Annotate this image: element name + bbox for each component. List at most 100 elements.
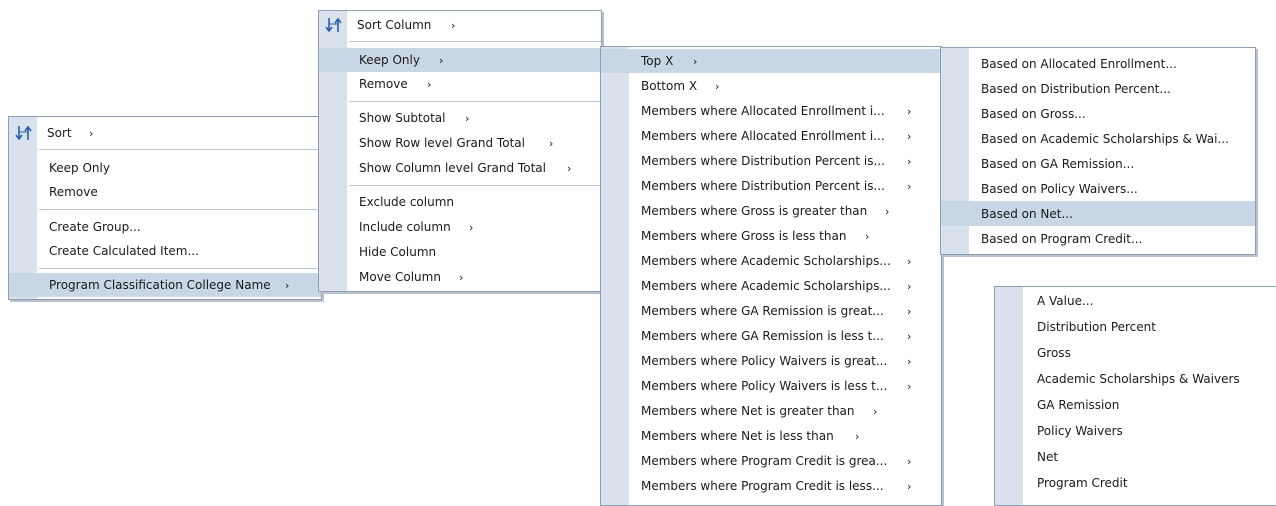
menu-item-label: Net: [1037, 450, 1059, 464]
menu-item-label: Members where GA Remission is great...: [641, 304, 884, 318]
submenu-arrow-icon: ›: [693, 54, 698, 68]
menu-item-hide-column[interactable]: Hide Column: [319, 240, 601, 264]
menu-item-label: Members where Allocated Enrollment i...: [641, 129, 885, 143]
menu-item-based-on[interactable]: Based on Allocated Enrollment...: [941, 51, 1255, 76]
submenu-arrow-icon: ›: [439, 53, 444, 67]
menu-item-based-on-net[interactable]: Based on Net...: [941, 201, 1255, 226]
menu-item-members[interactable]: Members where Academic Scholarships... ›: [601, 249, 941, 273]
context-menu-column: Sort Column › Keep Only › Remove › Show …: [318, 10, 602, 292]
submenu-arrow-icon: ›: [285, 278, 290, 292]
submenu-arrow-icon: ›: [907, 329, 912, 343]
menu-item-label: Bottom X: [641, 79, 698, 93]
menu-item-label: Based on Net...: [981, 206, 1073, 221]
menu-item-members[interactable]: Members where GA Remission is less t... ›: [601, 324, 941, 348]
submenu-arrow-icon: ›: [865, 229, 870, 243]
menu-item-based-on[interactable]: Based on Academic Scholarships & Wai...: [941, 126, 1255, 151]
submenu-arrow-icon: ›: [907, 379, 912, 393]
menu-item-gross[interactable]: Gross: [995, 341, 1276, 365]
menu-item-label: Members where Net is greater than: [641, 404, 855, 418]
menu-item-based-on[interactable]: Based on Distribution Percent...: [941, 76, 1255, 101]
menu-item-keep-only[interactable]: Keep Only ›: [319, 48, 601, 72]
menu-item-exclude-column[interactable]: Exclude column: [319, 190, 601, 214]
menu-item-members[interactable]: Members where Distribution Percent is...…: [601, 149, 941, 173]
menu-item-label: GA Remission: [1037, 398, 1120, 412]
menu-item-label: Policy Waivers: [1037, 424, 1123, 438]
menu-item-based-on[interactable]: Based on GA Remission...: [941, 151, 1255, 176]
submenu-arrow-icon: ›: [907, 304, 912, 318]
menu-item-members[interactable]: Members where Allocated Enrollment i... ›: [601, 124, 941, 148]
menu-item-label: Show Row level Grand Total: [359, 136, 525, 150]
menu-item-label: Exclude column: [359, 195, 454, 209]
menu-item-bottom-x[interactable]: Bottom X ›: [601, 74, 941, 98]
menu-item-label: Members where Program Credit is less...: [641, 479, 884, 493]
menu-item-policy-waivers[interactable]: Policy Waivers: [995, 419, 1276, 443]
menu-item-top-x[interactable]: Top X ›: [601, 49, 941, 73]
menu-item-program-credit[interactable]: Program Credit: [995, 471, 1276, 495]
menu-item-remove[interactable]: Remove: [9, 180, 321, 204]
menu-item-members[interactable]: Members where Academic Scholarships... ›: [601, 274, 941, 298]
menu-item-keep-only[interactable]: Keep Only: [9, 156, 321, 180]
menu-item-a-value[interactable]: A Value...: [995, 289, 1276, 313]
menu-item-label: Show Column level Grand Total: [359, 161, 546, 175]
menu-item-create-calculated-item[interactable]: Create Calculated Item...: [9, 239, 321, 263]
menu-item-show-subtotal[interactable]: Show Subtotal ›: [319, 106, 601, 130]
menu-item-program-classification-college-name[interactable]: Program Classification College Name ›: [9, 273, 321, 297]
submenu-arrow-icon: ›: [427, 77, 432, 91]
menu-item-sort-column[interactable]: Sort Column ›: [319, 13, 601, 37]
submenu-arrow-icon: ›: [89, 126, 94, 140]
menu-item-label: Keep Only: [359, 53, 420, 67]
menu-item-based-on[interactable]: Based on Gross...: [941, 101, 1255, 126]
menu-item-distribution-percent[interactable]: Distribution Percent: [995, 315, 1276, 339]
menu-item-include-column[interactable]: Include column ›: [319, 215, 601, 239]
menu-item-label: Remove: [359, 77, 408, 91]
menu-item-net[interactable]: Net: [995, 445, 1276, 469]
menu-item-label: Keep Only: [49, 161, 110, 175]
menu-item-members[interactable]: Members where Policy Waivers is great...…: [601, 349, 941, 373]
submenu-arrow-icon: ›: [907, 104, 912, 118]
menu-item-label: Based on Academic Scholarships & Wai...: [981, 131, 1229, 146]
menu-item-members[interactable]: Members where Policy Waivers is less t..…: [601, 374, 941, 398]
menu-item-label: Academic Scholarships & Waivers: [1037, 372, 1240, 386]
menu-item-move-column[interactable]: Move Column ›: [319, 265, 601, 289]
submenu-arrow-icon: ›: [715, 79, 720, 93]
menu-item-members[interactable]: Members where GA Remission is great... ›: [601, 299, 941, 323]
submenu-arrow-icon: ›: [885, 204, 890, 218]
menu-item-label: Create Group...: [49, 220, 141, 234]
menu-item-academic-scholarships[interactable]: Academic Scholarships & Waivers: [995, 367, 1276, 391]
context-menu-main: Sort › Keep Only Remove Create Group... …: [8, 116, 322, 300]
submenu-arrow-icon: ›: [907, 454, 912, 468]
menu-item-members[interactable]: Members where Distribution Percent is...…: [601, 174, 941, 198]
menu-item-label: Members where Gross is greater than: [641, 204, 868, 218]
submenu-arrow-icon: ›: [465, 111, 470, 125]
menu-item-label: Based on Program Credit...: [981, 231, 1143, 246]
menu-item-members[interactable]: Members where Allocated Enrollment i... ›: [601, 99, 941, 123]
menu-item-label: Members where Academic Scholarships...: [641, 254, 891, 268]
menu-item-label: A Value...: [1037, 294, 1094, 308]
menu-item-sort[interactable]: Sort ›: [9, 121, 321, 145]
menu-item-members[interactable]: Members where Program Credit is less... ›: [601, 474, 941, 498]
menu-item-members[interactable]: Members where Net is greater than ›: [601, 399, 941, 423]
submenu-top-x: Based on Allocated Enrollment... Based o…: [940, 47, 1256, 255]
menu-item-label: Move Column: [359, 270, 441, 284]
menu-item-ga-remission[interactable]: GA Remission: [995, 393, 1276, 417]
menu-item-label: Distribution Percent: [1037, 320, 1156, 334]
menu-item-members[interactable]: Members where Net is less than ›: [601, 424, 941, 448]
submenu-value-options: A Value... Distribution Percent Gross Ac…: [994, 286, 1276, 506]
menu-item-based-on[interactable]: Based on Program Credit...: [941, 226, 1255, 251]
menu-item-show-column-grand-total[interactable]: Show Column level Grand Total ›: [319, 156, 601, 180]
menu-item-show-row-grand-total[interactable]: Show Row level Grand Total ›: [319, 131, 601, 155]
menu-item-based-on[interactable]: Based on Policy Waivers...: [941, 176, 1255, 201]
menu-item-members[interactable]: Members where Gross is less than ›: [601, 224, 941, 248]
menu-item-label: Include column: [359, 220, 451, 234]
menu-item-label: Top X: [641, 54, 674, 68]
menu-item-label: Show Subtotal: [359, 111, 446, 125]
menu-item-members[interactable]: Members where Gross is greater than ›: [601, 199, 941, 223]
menu-item-create-group[interactable]: Create Group...: [9, 215, 321, 239]
submenu-arrow-icon: ›: [451, 18, 456, 32]
menu-item-label: Members where Academic Scholarships...: [641, 279, 891, 293]
menu-item-remove[interactable]: Remove ›: [319, 72, 601, 96]
menu-item-members[interactable]: Members where Program Credit is grea... ›: [601, 449, 941, 473]
submenu-arrow-icon: ›: [873, 404, 878, 418]
menu-item-label: Create Calculated Item...: [49, 244, 199, 258]
submenu-arrow-icon: ›: [459, 270, 464, 284]
